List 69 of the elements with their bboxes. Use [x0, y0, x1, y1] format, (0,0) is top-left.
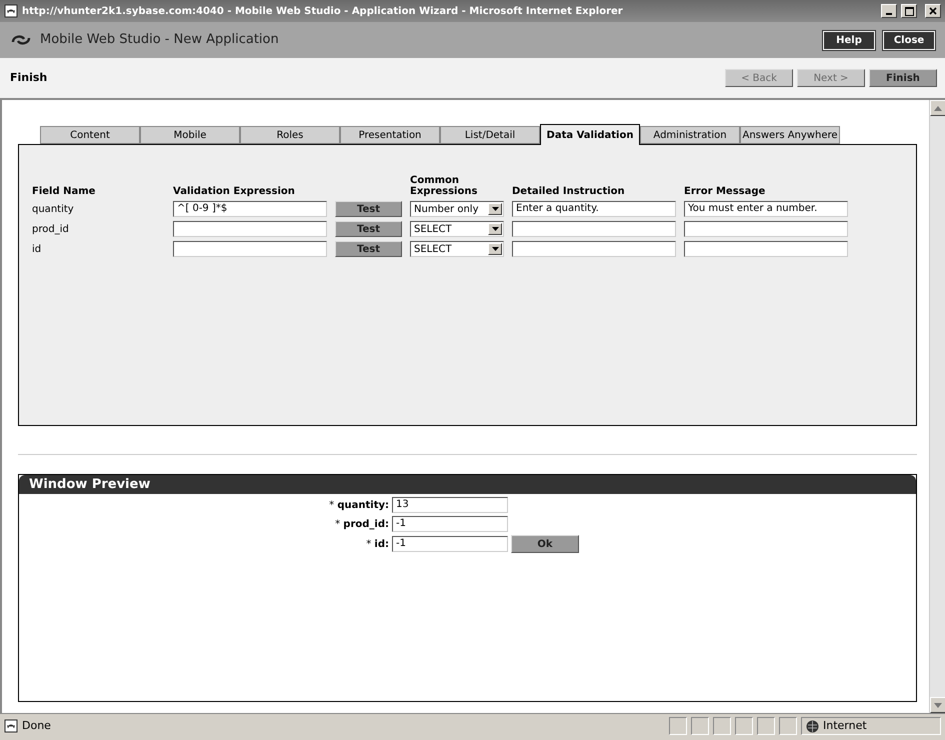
field-label: *id:: [365, 538, 389, 552]
tab[interactable]: Data Validation: [540, 124, 640, 145]
header-button[interactable]: Close: [883, 30, 935, 50]
status-pane: [779, 717, 797, 735]
down-arrow-icon: [934, 702, 942, 708]
status-text: Done: [22, 718, 52, 734]
column-header: Validation Expression: [173, 186, 296, 197]
tab[interactable]: Administration: [640, 126, 740, 144]
column-header: Field Name: [32, 186, 96, 197]
expression-dropdown[interactable]: SELECT: [410, 241, 504, 257]
instruction-field[interactable]: Enter a quantity.: [512, 201, 676, 217]
maximize-icon: [904, 6, 914, 16]
scroll-down-button[interactable]: [930, 697, 945, 713]
window-title: http://vhunter2k1.sybase.com:4040 - Mobile Web Studio - Application Wizard - Microsoft Internet Explorer: [22, 4, 624, 18]
input-field[interactable]: -1: [392, 516, 508, 532]
status-pane: [757, 717, 775, 735]
minimize-button[interactable]: [881, 4, 897, 18]
page-icon: [4, 719, 18, 733]
column-header: Common Expressions: [410, 175, 478, 197]
test-button[interactable]: Test: [335, 201, 402, 217]
tab[interactable]: Roles: [240, 126, 340, 144]
status-pane: [669, 717, 687, 735]
close-icon: [929, 7, 937, 15]
field-name: quantity: [32, 202, 75, 216]
caret-icon: [492, 227, 498, 231]
error-message-field[interactable]: You must enter a number.: [684, 201, 848, 217]
expression-dropdown[interactable]: Number only: [410, 201, 504, 217]
header-button[interactable]: Help: [823, 30, 875, 50]
field-name: id: [32, 242, 42, 256]
field-label: *quantity:: [328, 498, 389, 512]
column-header: Detailed Instruction: [512, 186, 626, 197]
column-header: Error Message: [684, 186, 766, 197]
caret-icon: [492, 207, 498, 211]
instruction-field[interactable]: [512, 241, 676, 257]
step-title: Finish: [10, 70, 48, 86]
security-zone: Internet: [823, 718, 867, 734]
globe-icon: [806, 720, 819, 732]
caret-icon: [492, 247, 498, 251]
status-pane: [691, 717, 709, 735]
ok-button[interactable]: Ok: [511, 535, 579, 553]
status-pane: [735, 717, 753, 735]
error-message-field[interactable]: [684, 241, 848, 257]
expression-field[interactable]: [173, 241, 327, 257]
up-arrow-icon: [934, 106, 942, 110]
field-label: *prod_id:: [334, 518, 389, 532]
instruction-field[interactable]: [512, 221, 676, 237]
expression-field[interactable]: ^[ 0-9 ]*$: [173, 201, 327, 217]
scroll-up-button[interactable]: [930, 100, 945, 116]
field-name: prod_id: [32, 222, 70, 236]
wizard-button[interactable]: Finish: [869, 69, 937, 87]
error-message-field[interactable]: [684, 221, 848, 237]
tab[interactable]: Mobile: [140, 126, 240, 144]
panel-title: Window Preview: [19, 475, 916, 494]
logo-icon: [10, 33, 32, 47]
close-button[interactable]: [925, 4, 941, 18]
input-field[interactable]: -1: [392, 536, 508, 552]
tab[interactable]: Answers Anywhere: [740, 126, 840, 144]
tab[interactable]: List/Detail: [440, 126, 540, 144]
status-pane: [713, 717, 731, 735]
test-button[interactable]: Test: [335, 221, 402, 237]
input-field[interactable]: 13: [392, 497, 508, 513]
app-title: Mobile Web Studio - New Application: [40, 31, 280, 50]
page-icon: [4, 4, 18, 18]
tab[interactable]: Content: [40, 126, 140, 144]
test-button[interactable]: Test: [335, 241, 402, 257]
expression-field[interactable]: [173, 221, 327, 237]
tab[interactable]: Presentation: [340, 126, 440, 144]
maximize-button[interactable]: [901, 4, 917, 18]
expression-dropdown[interactable]: SELECT: [410, 221, 504, 237]
